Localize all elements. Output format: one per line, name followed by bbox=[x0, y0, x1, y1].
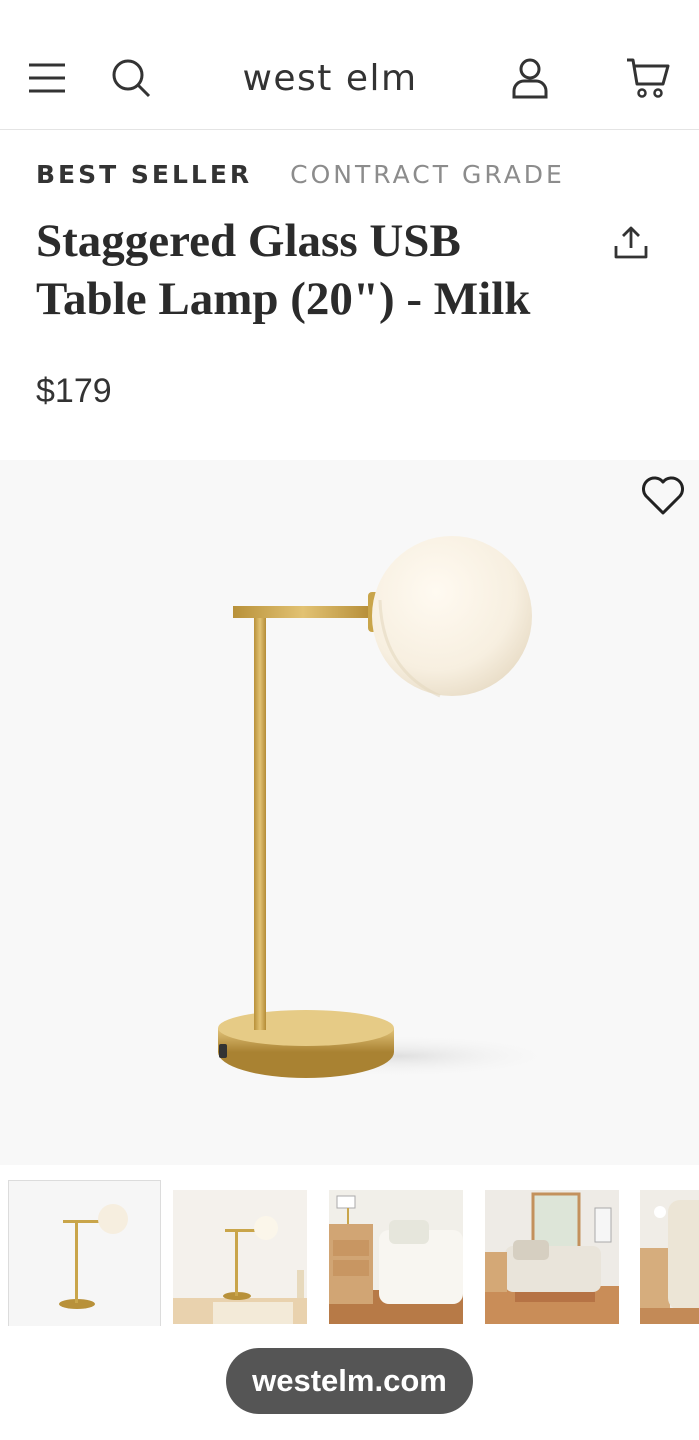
share-upload-icon[interactable] bbox=[606, 218, 656, 268]
bedroom-partial-thumbnail[interactable] bbox=[640, 1190, 699, 1324]
best-seller-tag: BEST SELLER bbox=[36, 160, 253, 189]
lamp-on-desk-thumbnail[interactable] bbox=[173, 1190, 307, 1324]
product-tags: BEST SELLER CONTRACT GRADE bbox=[36, 158, 565, 192]
site-header: west elm bbox=[0, 0, 699, 130]
product-title-line-1: Staggered Glass USB bbox=[36, 215, 461, 267]
browser-url-pill[interactable]: westelm.com bbox=[226, 1348, 473, 1414]
favorite-heart-icon[interactable] bbox=[636, 472, 690, 520]
user-account-icon[interactable] bbox=[506, 54, 554, 102]
brand-logo[interactable]: west elm bbox=[200, 54, 460, 104]
lamp-product-thumbnail[interactable] bbox=[8, 1180, 161, 1328]
gallery-thumbnails bbox=[0, 1180, 699, 1328]
product-hero-image[interactable] bbox=[0, 460, 699, 1165]
shopping-cart-icon[interactable] bbox=[624, 54, 672, 102]
bedroom-room-thumbnail[interactable] bbox=[485, 1190, 619, 1324]
contract-grade-tag: CONTRACT GRADE bbox=[290, 160, 565, 189]
hamburger-menu-icon[interactable] bbox=[23, 54, 71, 102]
bedroom-nightstand-thumbnail[interactable] bbox=[329, 1190, 463, 1324]
product-title-line-2: Table Lamp (20") - Milk bbox=[36, 273, 531, 325]
product-price: $179 bbox=[36, 372, 112, 410]
product-title: Staggered Glass USB Table Lamp (20") - M… bbox=[36, 212, 576, 328]
search-icon[interactable] bbox=[107, 54, 155, 102]
lamp-illustration bbox=[218, 536, 560, 1078]
